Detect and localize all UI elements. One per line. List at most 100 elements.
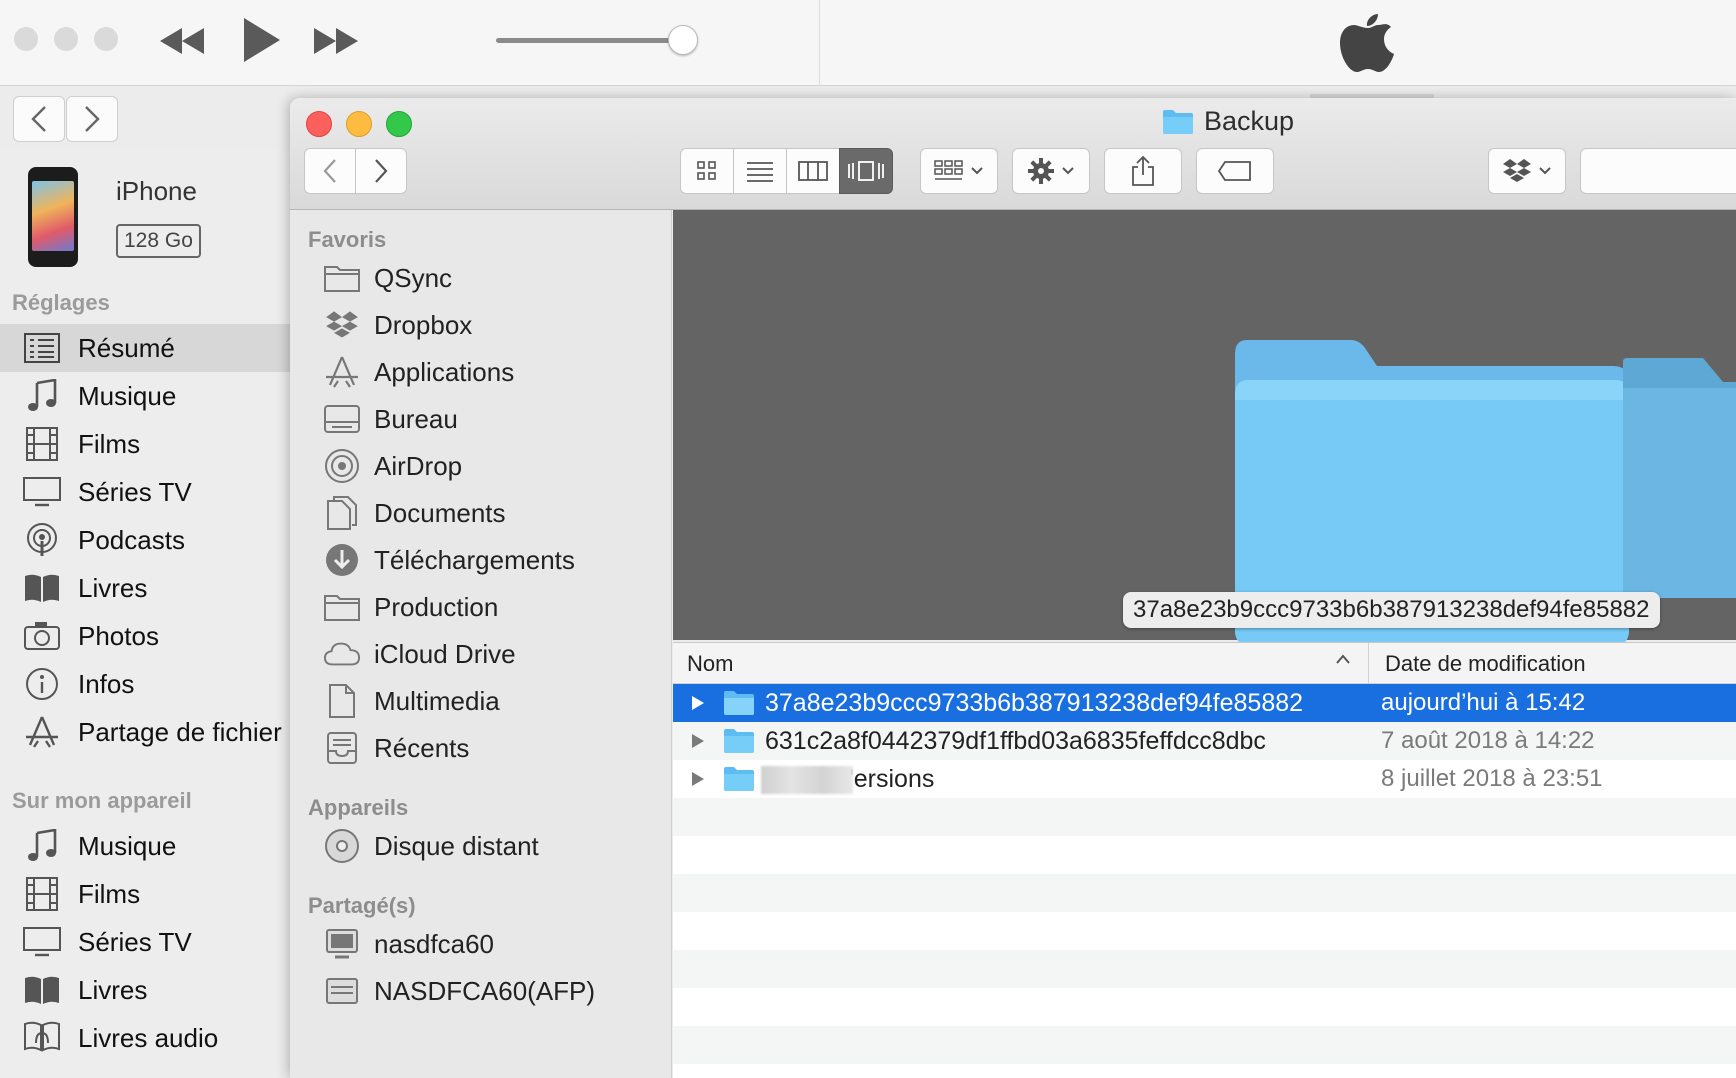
sidebar-item-label: nasdfca60 [374,928,494,959]
documents-icon [324,495,360,531]
sort-ascending-icon[interactable] [1335,653,1351,665]
airdrop-icon [324,448,360,484]
app-store-icon [22,712,62,752]
sidebar-item-recents[interactable]: Récents [290,726,672,770]
folder-icon [1163,109,1193,134]
list-item[interactable]: 631c2a8f0442379df1ffbd03a6835feffdcc8dbc… [673,722,1736,760]
sidebar-item-music[interactable]: Musique [0,372,290,420]
sidebar-item-nasdfca60-afp[interactable]: NASDFCA60(AFP) [290,969,672,1013]
cover-flow-preview[interactable]: 37a8e23b9ccc9733b6b387913238def94fe85882 [673,210,1736,646]
sidebar-item-label: Partage de fichier [78,716,282,747]
file-list: 37a8e23b9ccc9733b6b387913238def94fe85882… [673,684,1736,1078]
chevron-right-icon [85,106,100,132]
arrange-button[interactable] [920,148,998,194]
disclosure-triangle-icon[interactable] [689,732,707,750]
iphone-device-icon [28,167,78,267]
itunes-forward-button[interactable] [66,96,118,142]
shared-section-title: Partagé(s) [308,893,416,918]
volume-slider-knob[interactable] [668,25,698,55]
sidebar-item-icloud-drive[interactable]: iCloud Drive [290,632,672,676]
sidebar-item-label: Séries TV [78,476,192,507]
sidebar-item-production[interactable]: Production [290,585,672,629]
dropbox-menu-button[interactable] [1488,148,1566,194]
view-columns-button[interactable] [786,148,840,194]
file-date: 8 juillet 2018 à 23:51 [1381,765,1603,792]
column-header-date[interactable]: Date de modification [1385,651,1586,677]
sidebar-item-device-audiobooks[interactable]: Livres audio [0,1014,290,1062]
close-button[interactable] [306,111,332,137]
sidebar-item-applications[interactable]: Applications [290,350,672,394]
rewind-icon[interactable] [158,26,206,61]
info-icon [22,664,62,704]
sidebar-item-info[interactable]: Infos [0,660,290,708]
music-note-icon [22,826,62,866]
view-list-button[interactable] [733,148,787,194]
sidebar-item-qsync[interactable]: QSync [290,256,672,300]
window-close-button-inactive[interactable] [14,27,38,51]
chevron-down-icon [971,167,983,175]
window-minimize-button-inactive[interactable] [54,27,78,51]
sidebar-item-desktop[interactable]: Bureau [290,397,672,441]
action-button[interactable] [1012,148,1090,194]
sidebar-item-films[interactable]: Films [0,420,290,468]
column-separator[interactable] [1368,643,1369,685]
chevron-left-icon [31,106,46,132]
column-header-name[interactable]: Nom [687,651,733,677]
sidebar-item-podcasts[interactable]: Podcasts [0,516,290,564]
sidebar-item-nasdfca60[interactable]: nasdfca60 [290,922,672,966]
fast-forward-icon[interactable] [312,26,360,61]
sidebar-item-dropbox[interactable]: Dropbox [290,303,672,347]
sidebar-item-label: Musique [78,830,177,861]
server-icon [324,926,360,962]
disclosure-triangle-icon[interactable] [689,694,707,712]
list-item[interactable]: 37a8e23b9ccc9733b6b387913238def94fe85882… [673,684,1736,722]
folder-icon [724,767,754,791]
sidebar-item-books[interactable]: Livres [0,564,290,612]
sidebar-item-airdrop[interactable]: AirDrop [290,444,672,488]
sidebar-item-device-books[interactable]: Livres [0,966,290,1014]
folder-icon [724,691,754,715]
zoom-button[interactable] [386,111,412,137]
play-icon[interactable] [240,16,282,69]
sidebar-item-documents[interactable]: Documents [290,491,672,535]
sidebar-item-file-sharing[interactable]: Partage de fichier [0,708,290,756]
icloud-icon [324,636,360,672]
view-coverflow-button[interactable] [839,148,893,194]
sidebar-item-downloads[interactable]: Téléchargements [290,538,672,582]
window-zoom-button-inactive[interactable] [94,27,118,51]
sidebar-item-device-music[interactable]: Musique [0,822,290,870]
itunes-back-button[interactable] [13,96,65,142]
redacted-region [761,766,853,794]
minimize-button[interactable] [346,111,372,137]
recents-icon [324,730,360,766]
sidebar-item-multimedia[interactable]: Multimedia [290,679,672,723]
sidebar-item-photos[interactable]: Photos [0,612,290,660]
sidebar-item-label: Films [78,428,141,459]
arrange-grid-icon [934,160,963,180]
share-button[interactable] [1104,148,1182,194]
sidebar-item-label: Livres [78,572,148,603]
tags-button[interactable] [1196,148,1274,194]
volume-slider[interactable] [496,38,686,43]
back-button[interactable] [304,148,356,194]
disc-icon [324,828,360,864]
folder-icon [324,589,360,625]
sidebar-item-tv-series[interactable]: Séries TV [0,468,290,516]
sidebar-item-label: Téléchargements [374,544,575,575]
sidebar-item-summary[interactable]: Résumé [0,324,290,372]
tv-icon [22,472,62,512]
view-icons-button[interactable] [680,148,734,194]
disclosure-triangle-icon[interactable] [689,770,707,788]
search-field[interactable] [1580,148,1736,194]
apple-logo-icon [1340,8,1396,79]
window-title: Backup [1162,106,1294,137]
list-item[interactable]: 'ersions 8 juillet 2018 à 23:51 [673,760,1736,798]
sidebar-item-device-tv-series[interactable]: Séries TV [0,918,290,966]
sidebar-item-label: QSync [374,262,453,293]
finder-sidebar: Favoris QSync Dropbox Applications Burea… [290,210,672,1078]
applications-icon [324,354,360,390]
music-note-icon [22,376,62,416]
sidebar-item-remote-disc[interactable]: Disque distant [290,824,672,868]
sidebar-item-device-films[interactable]: Films [0,870,290,918]
forward-button[interactable] [355,148,407,194]
